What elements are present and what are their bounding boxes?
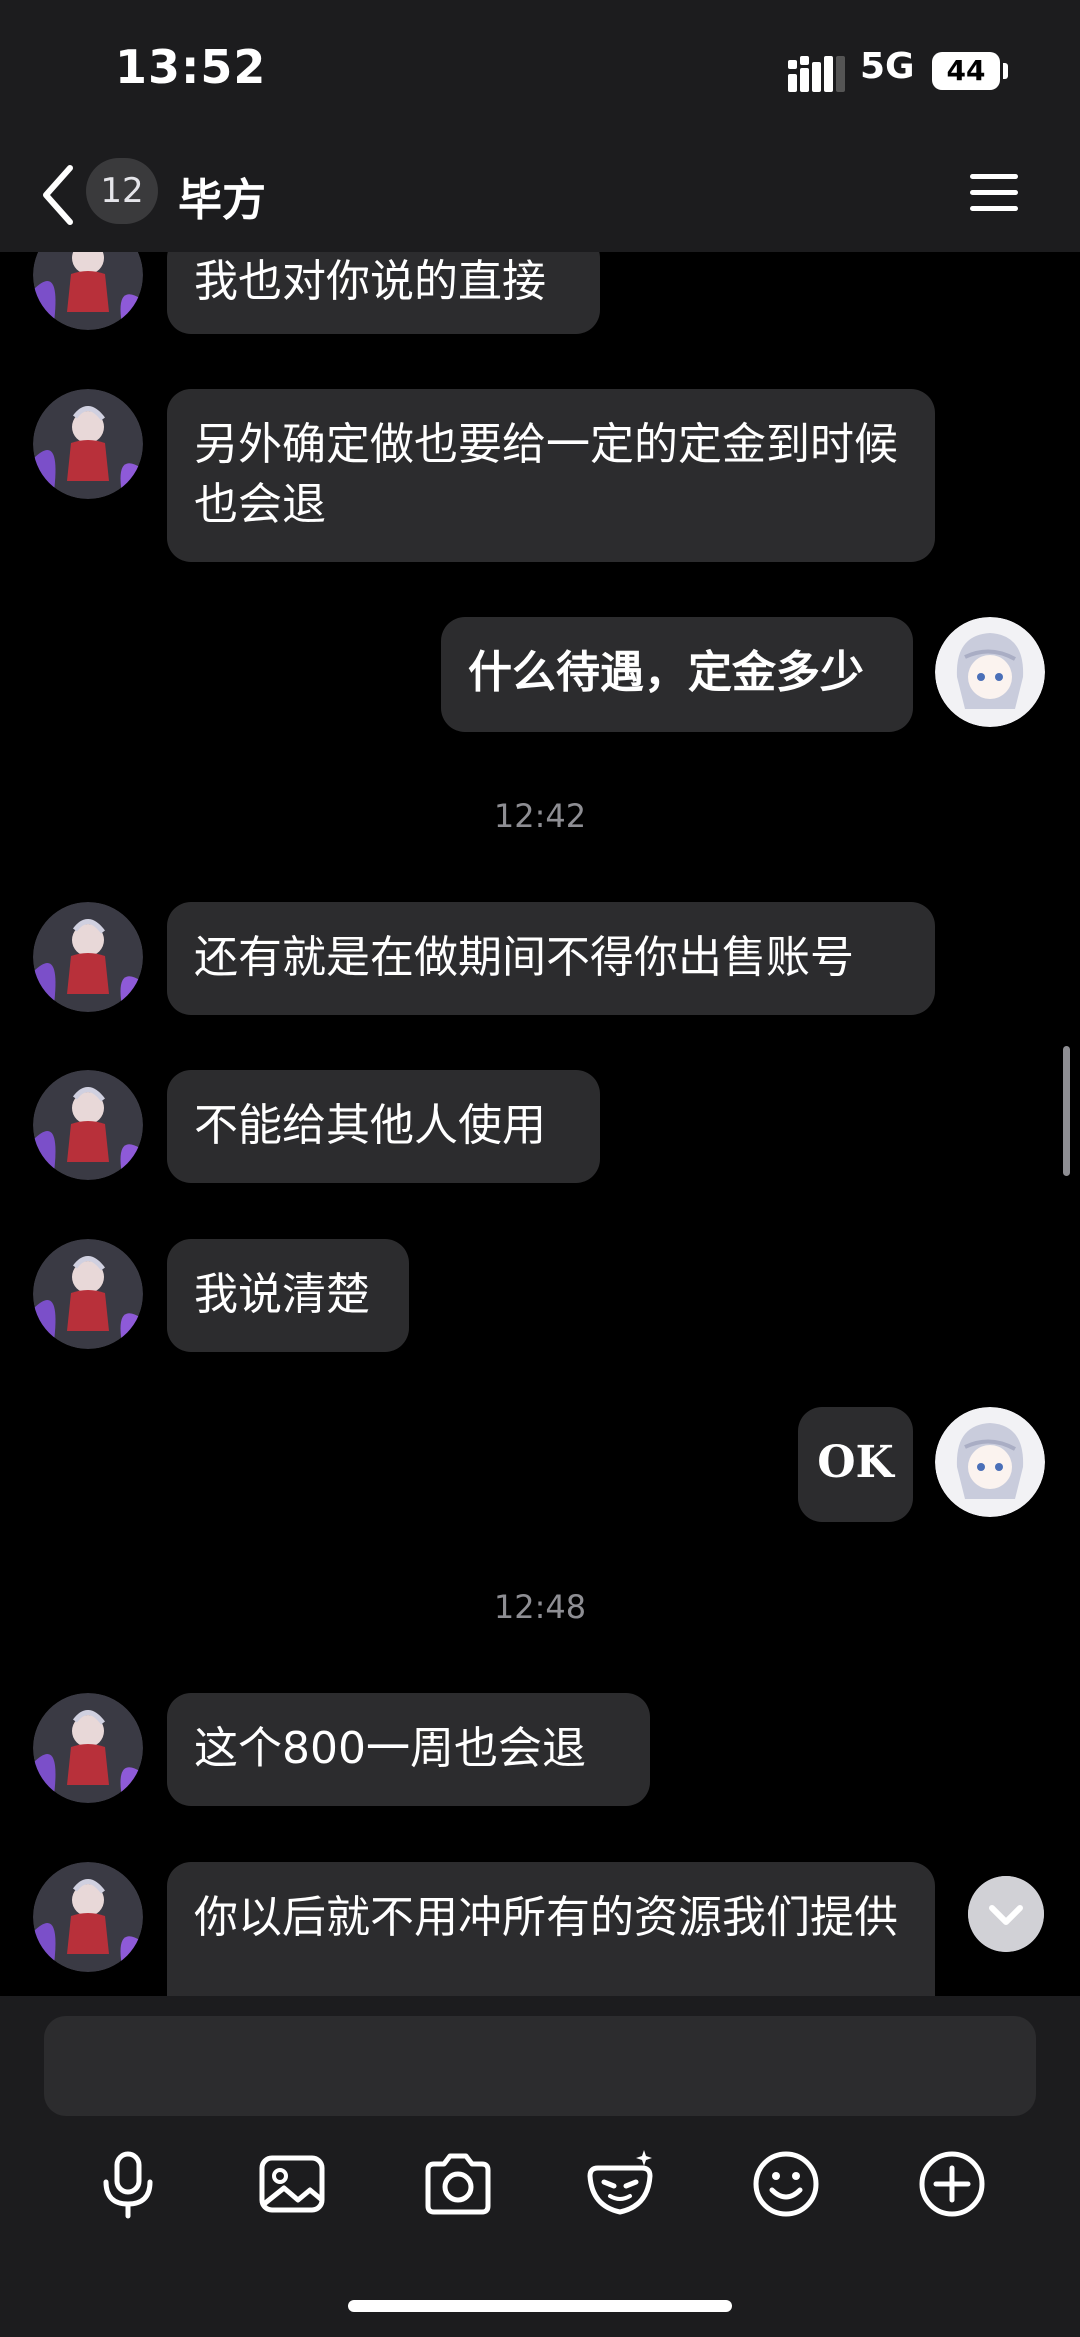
my-avatar[interactable] <box>935 1407 1045 1517</box>
message-bubble[interactable]: 我说清楚 <box>167 1239 409 1352</box>
contact-avatar[interactable] <box>33 1070 143 1180</box>
plus-icon[interactable] <box>914 2146 990 2222</box>
chat-header: 12 毕方 <box>0 140 1080 253</box>
message-bubble[interactable]: 还有就是在做期间不得你出售账号 <box>167 902 935 1015</box>
message-list[interactable]: 我也对你说的直接 另外确定做也要给一定的定金到时候也会退 什么待遇，定金多少 1… <box>0 252 1080 1996</box>
contact-avatar[interactable] <box>33 1239 143 1349</box>
back-arrow-icon[interactable] <box>36 162 80 228</box>
message-text: OK <box>817 1437 894 1488</box>
message-text: 什么待遇，定金多少 <box>468 647 864 698</box>
contact-avatar[interactable] <box>33 1693 143 1803</box>
contact-avatar[interactable] <box>33 389 143 499</box>
status-time: 13:52 <box>115 40 267 94</box>
network-type: 5G <box>860 46 915 87</box>
message-bubble[interactable]: 不能给其他人使用 <box>167 1070 600 1183</box>
timestamp: 12:48 <box>493 1588 587 1626</box>
home-indicator[interactable] <box>348 2300 732 2312</box>
scrollbar[interactable] <box>1063 1046 1070 1176</box>
timestamp: 12:42 <box>493 797 587 835</box>
contact-avatar[interactable] <box>33 1862 143 1972</box>
contact-avatar[interactable] <box>33 252 143 330</box>
chat-title: 毕方 <box>178 175 266 226</box>
message-text: 我说清楚 <box>194 1269 370 1320</box>
image-icon[interactable] <box>254 2146 330 2222</box>
message-input[interactable] <box>44 2016 1036 2116</box>
message-text: 还有就是在做期间不得你出售账号 <box>194 932 854 983</box>
camera-icon[interactable] <box>420 2146 496 2222</box>
message-text: 不能给其他人使用 <box>194 1100 546 1151</box>
battery-tip <box>1003 63 1008 79</box>
message-bubble[interactable]: 另外确定做也要给一定的定金到时候也会退 <box>167 389 935 562</box>
contact-avatar[interactable] <box>33 902 143 1012</box>
microphone-icon[interactable] <box>90 2146 166 2222</box>
message-text: 这个800一周也会退 <box>194 1723 586 1774</box>
sticker-icon[interactable] <box>582 2146 658 2222</box>
message-bubble[interactable]: 这个800一周也会退 <box>167 1693 650 1806</box>
message-text: 我也对你说的直接 <box>194 256 546 307</box>
status-bar: 13:52 5G 44 <box>0 0 1080 140</box>
message-text: 另外确定做也要给一定的定金到时候也会退 <box>194 419 898 530</box>
signal-icon <box>788 56 845 92</box>
unread-count-badge[interactable]: 12 <box>86 158 158 224</box>
emoji-icon[interactable] <box>748 2146 824 2222</box>
composer <box>0 1996 1080 2337</box>
message-bubble[interactable]: 你以后就不用冲所有的资源我们提供 <box>167 1862 935 1996</box>
message-text: 你以后就不用冲所有的资源我们提供 <box>194 1892 898 1943</box>
message-bubble-sent[interactable]: 什么待遇，定金多少 <box>441 617 913 732</box>
battery-icon: 44 <box>932 52 1000 90</box>
menu-icon[interactable] <box>968 170 1020 216</box>
message-bubble[interactable]: 我也对你说的直接 <box>167 252 600 334</box>
message-bubble-sent[interactable]: OK <box>798 1407 913 1522</box>
my-avatar[interactable] <box>935 617 1045 727</box>
scroll-to-bottom-button[interactable] <box>968 1876 1044 1952</box>
